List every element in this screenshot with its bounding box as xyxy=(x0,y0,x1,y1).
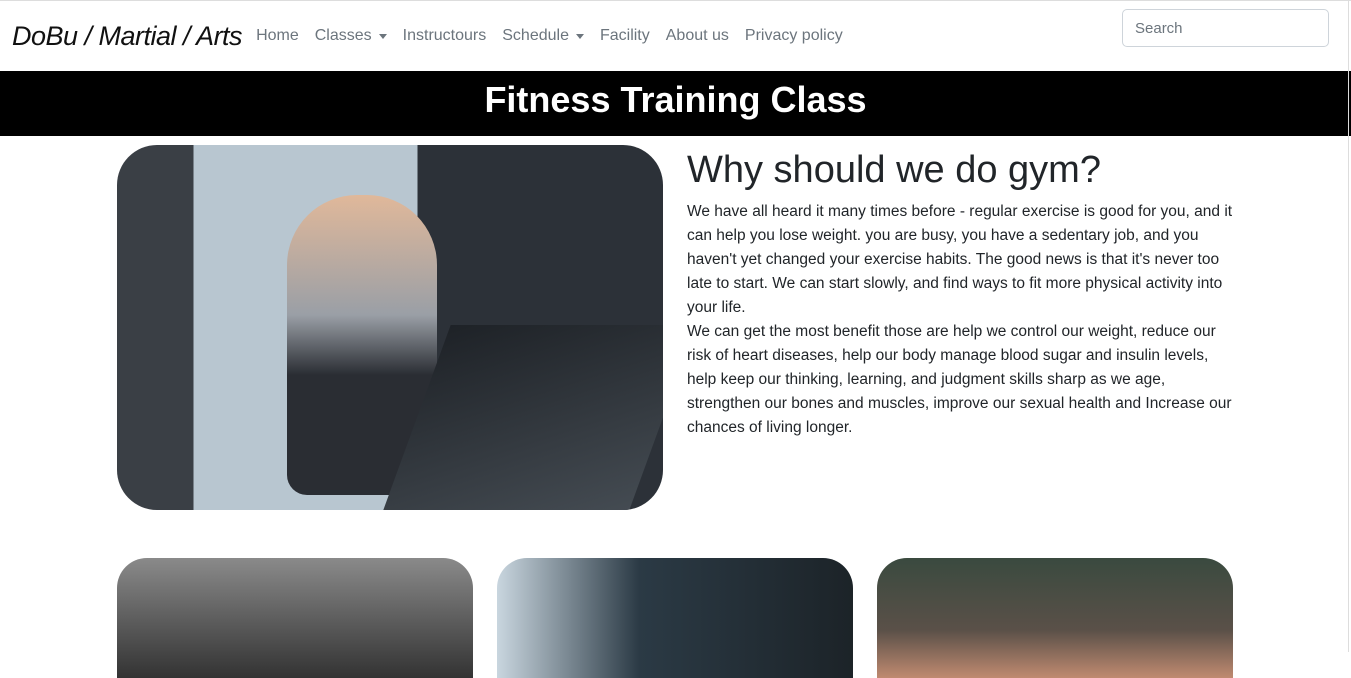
card-image-pushup xyxy=(497,558,853,678)
article-paragraph-2: We can get the most benefit those are he… xyxy=(687,323,1232,436)
nav-instructours[interactable]: Instructours xyxy=(395,27,495,45)
article-paragraph-1: We have all heard it many times before -… xyxy=(687,203,1233,316)
article: Why should we do gym? We have all heard … xyxy=(687,149,1237,440)
article-heading: Why should we do gym? xyxy=(687,149,1101,191)
card-image-back-workout xyxy=(117,558,473,678)
nav-about[interactable]: About us xyxy=(658,27,737,45)
nav-links: Home Classes Instructours Schedule Facil… xyxy=(248,27,851,45)
card-image-pullup xyxy=(877,558,1233,678)
search-input[interactable] xyxy=(1122,9,1329,47)
nav-classes-label: Classes xyxy=(314,27,372,44)
navbar: DoBu / Martial / Arts Home Classes Instr… xyxy=(0,1,1351,71)
nav-schedule-label: Schedule xyxy=(502,27,569,44)
nav-home[interactable]: Home xyxy=(248,27,307,45)
caret-down-icon xyxy=(378,33,387,39)
nav-classes[interactable]: Classes xyxy=(307,27,395,45)
nav-schedule[interactable]: Schedule xyxy=(494,27,592,45)
treadmill-runner-image xyxy=(117,145,663,510)
caret-down-icon xyxy=(575,33,584,39)
brand-logo[interactable]: DoBu / Martial / Arts xyxy=(12,21,243,52)
page-edge-divider xyxy=(1348,1,1349,652)
nav-facility[interactable]: Facility xyxy=(592,27,658,45)
page-banner: Fitness Training Class xyxy=(0,71,1351,136)
nav-privacy[interactable]: Privacy policy xyxy=(737,27,851,45)
